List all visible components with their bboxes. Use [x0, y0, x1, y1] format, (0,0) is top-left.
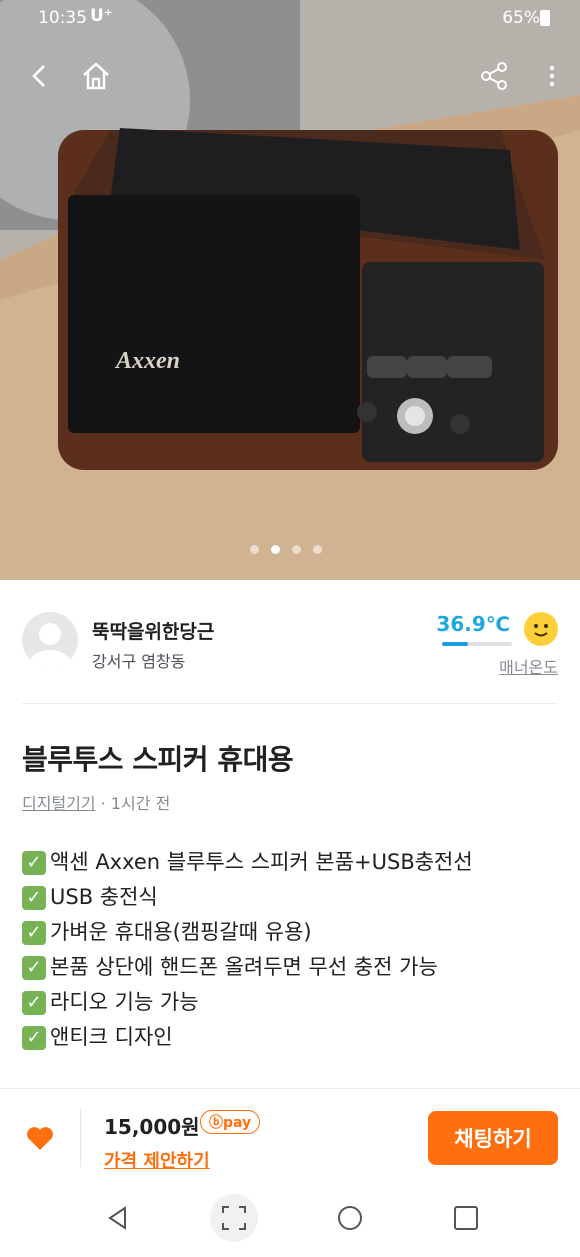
- bottom-action-bar: 15,000원 ⓑpay 가격 제안하기 채팅하기: [0, 1088, 580, 1181]
- system-back-button[interactable]: [94, 1194, 142, 1242]
- system-navigation-bar: [0, 1180, 580, 1257]
- manner-temperature-link[interactable]: 매너온도: [499, 654, 558, 678]
- price: 15,000원: [104, 1115, 200, 1139]
- system-home-button[interactable]: [326, 1194, 374, 1242]
- share-icon: [481, 62, 507, 90]
- category-link[interactable]: 디지털기기: [22, 794, 96, 813]
- divider: [22, 703, 558, 704]
- speaker-logo: Axxen: [116, 348, 181, 374]
- system-screenshot-button[interactable]: [210, 1194, 258, 1242]
- temperature-bar-fill: [442, 642, 468, 646]
- status-carrier: U⁺: [90, 6, 113, 26]
- seller-profile[interactable]: 뚝딱을위한당근 강서구 염창동 36.9℃ 매너온도: [22, 612, 558, 677]
- description-line: ✓ USB 충전식: [22, 880, 473, 915]
- description-text: 가벼운 휴대용(캠핑갈때 유용): [50, 920, 312, 944]
- check-icon: ✓: [22, 990, 46, 1015]
- status-battery-text: 65%: [502, 8, 540, 28]
- share-button[interactable]: [474, 56, 514, 96]
- more-vertical-icon: [549, 65, 555, 87]
- check-icon: ✓: [22, 885, 46, 910]
- check-icon: ✓: [22, 1025, 46, 1050]
- square-recents-icon: [454, 1206, 478, 1230]
- status-time: 10:35: [38, 8, 87, 28]
- chat-button[interactable]: 채팅하기: [428, 1111, 558, 1165]
- check-icon: ✓: [22, 955, 46, 980]
- product-photo[interactable]: Axxen 10:35 U⁺ 65%: [0, 0, 580, 580]
- back-button[interactable]: [20, 56, 60, 96]
- battery-icon: [540, 10, 550, 26]
- home-icon: [83, 62, 109, 90]
- description-line: ✓ 본품 상단에 핸드폰 올려두면 무선 충전 가능: [22, 950, 473, 985]
- post-time: · 1시간 전: [100, 794, 171, 813]
- description-text: 본품 상단에 핸드폰 올려두면 무선 충전 가능: [50, 955, 438, 979]
- system-recents-button[interactable]: [442, 1194, 490, 1242]
- status-bar: 10:35 U⁺ 65%: [0, 0, 580, 38]
- carousel-indicator: [250, 545, 322, 554]
- pay-badge: ⓑpay: [200, 1110, 261, 1134]
- post-description: ✓ 액센 Axxen 블루투스 스피커 본품+USB충전선 ✓ USB 충전식 ✓ 가…: [22, 845, 473, 1055]
- seller-location: 강서구 염창동: [92, 652, 186, 671]
- home-button[interactable]: [76, 56, 116, 96]
- triangle-back-icon: [108, 1206, 126, 1230]
- chevron-left-icon: [32, 65, 45, 87]
- check-icon: ✓: [22, 920, 46, 945]
- carousel-dot[interactable]: [313, 545, 322, 554]
- description-line: ✓ 라디오 기능 가능: [22, 985, 473, 1020]
- divider: [80, 1109, 81, 1167]
- description-text: 액센 Axxen 블루투스 스피커 본품+USB충전선: [50, 850, 473, 874]
- check-icon: ✓: [22, 850, 46, 875]
- more-menu-button[interactable]: [532, 56, 572, 96]
- description-line: ✓ 액센 Axxen 블루투스 스피커 본품+USB충전선: [22, 845, 473, 880]
- avatar[interactable]: [22, 612, 78, 668]
- like-button[interactable]: [26, 1125, 54, 1155]
- price-offer-link[interactable]: 가격 제안하기: [104, 1147, 210, 1173]
- carousel-dot-active[interactable]: [271, 545, 280, 554]
- capture-frame-icon: [222, 1206, 246, 1230]
- seller-name: 뚝딱을위한당근: [92, 621, 215, 643]
- description-line: ✓ 앤티크 디자인: [22, 1020, 473, 1055]
- description-text: 라디오 기능 가능: [50, 990, 199, 1014]
- heart-icon: [27, 1127, 53, 1150]
- description-text: 앤티크 디자인: [50, 1025, 173, 1049]
- circle-home-icon: [338, 1206, 362, 1230]
- temperature-bar: [442, 642, 512, 646]
- smile-face-icon: [524, 612, 558, 646]
- description-line: ✓ 가벼운 휴대용(캠핑갈때 유용): [22, 915, 473, 950]
- manner-temperature: 36.9℃: [436, 612, 510, 636]
- carousel-dot[interactable]: [250, 545, 259, 554]
- description-text: USB 충전식: [50, 885, 158, 909]
- user-icon: [28, 623, 72, 668]
- post-meta: 디지털기기 · 1시간 전: [22, 790, 170, 814]
- carousel-dot[interactable]: [292, 545, 301, 554]
- post-title: 블루투스 스피커 휴대용: [22, 743, 294, 776]
